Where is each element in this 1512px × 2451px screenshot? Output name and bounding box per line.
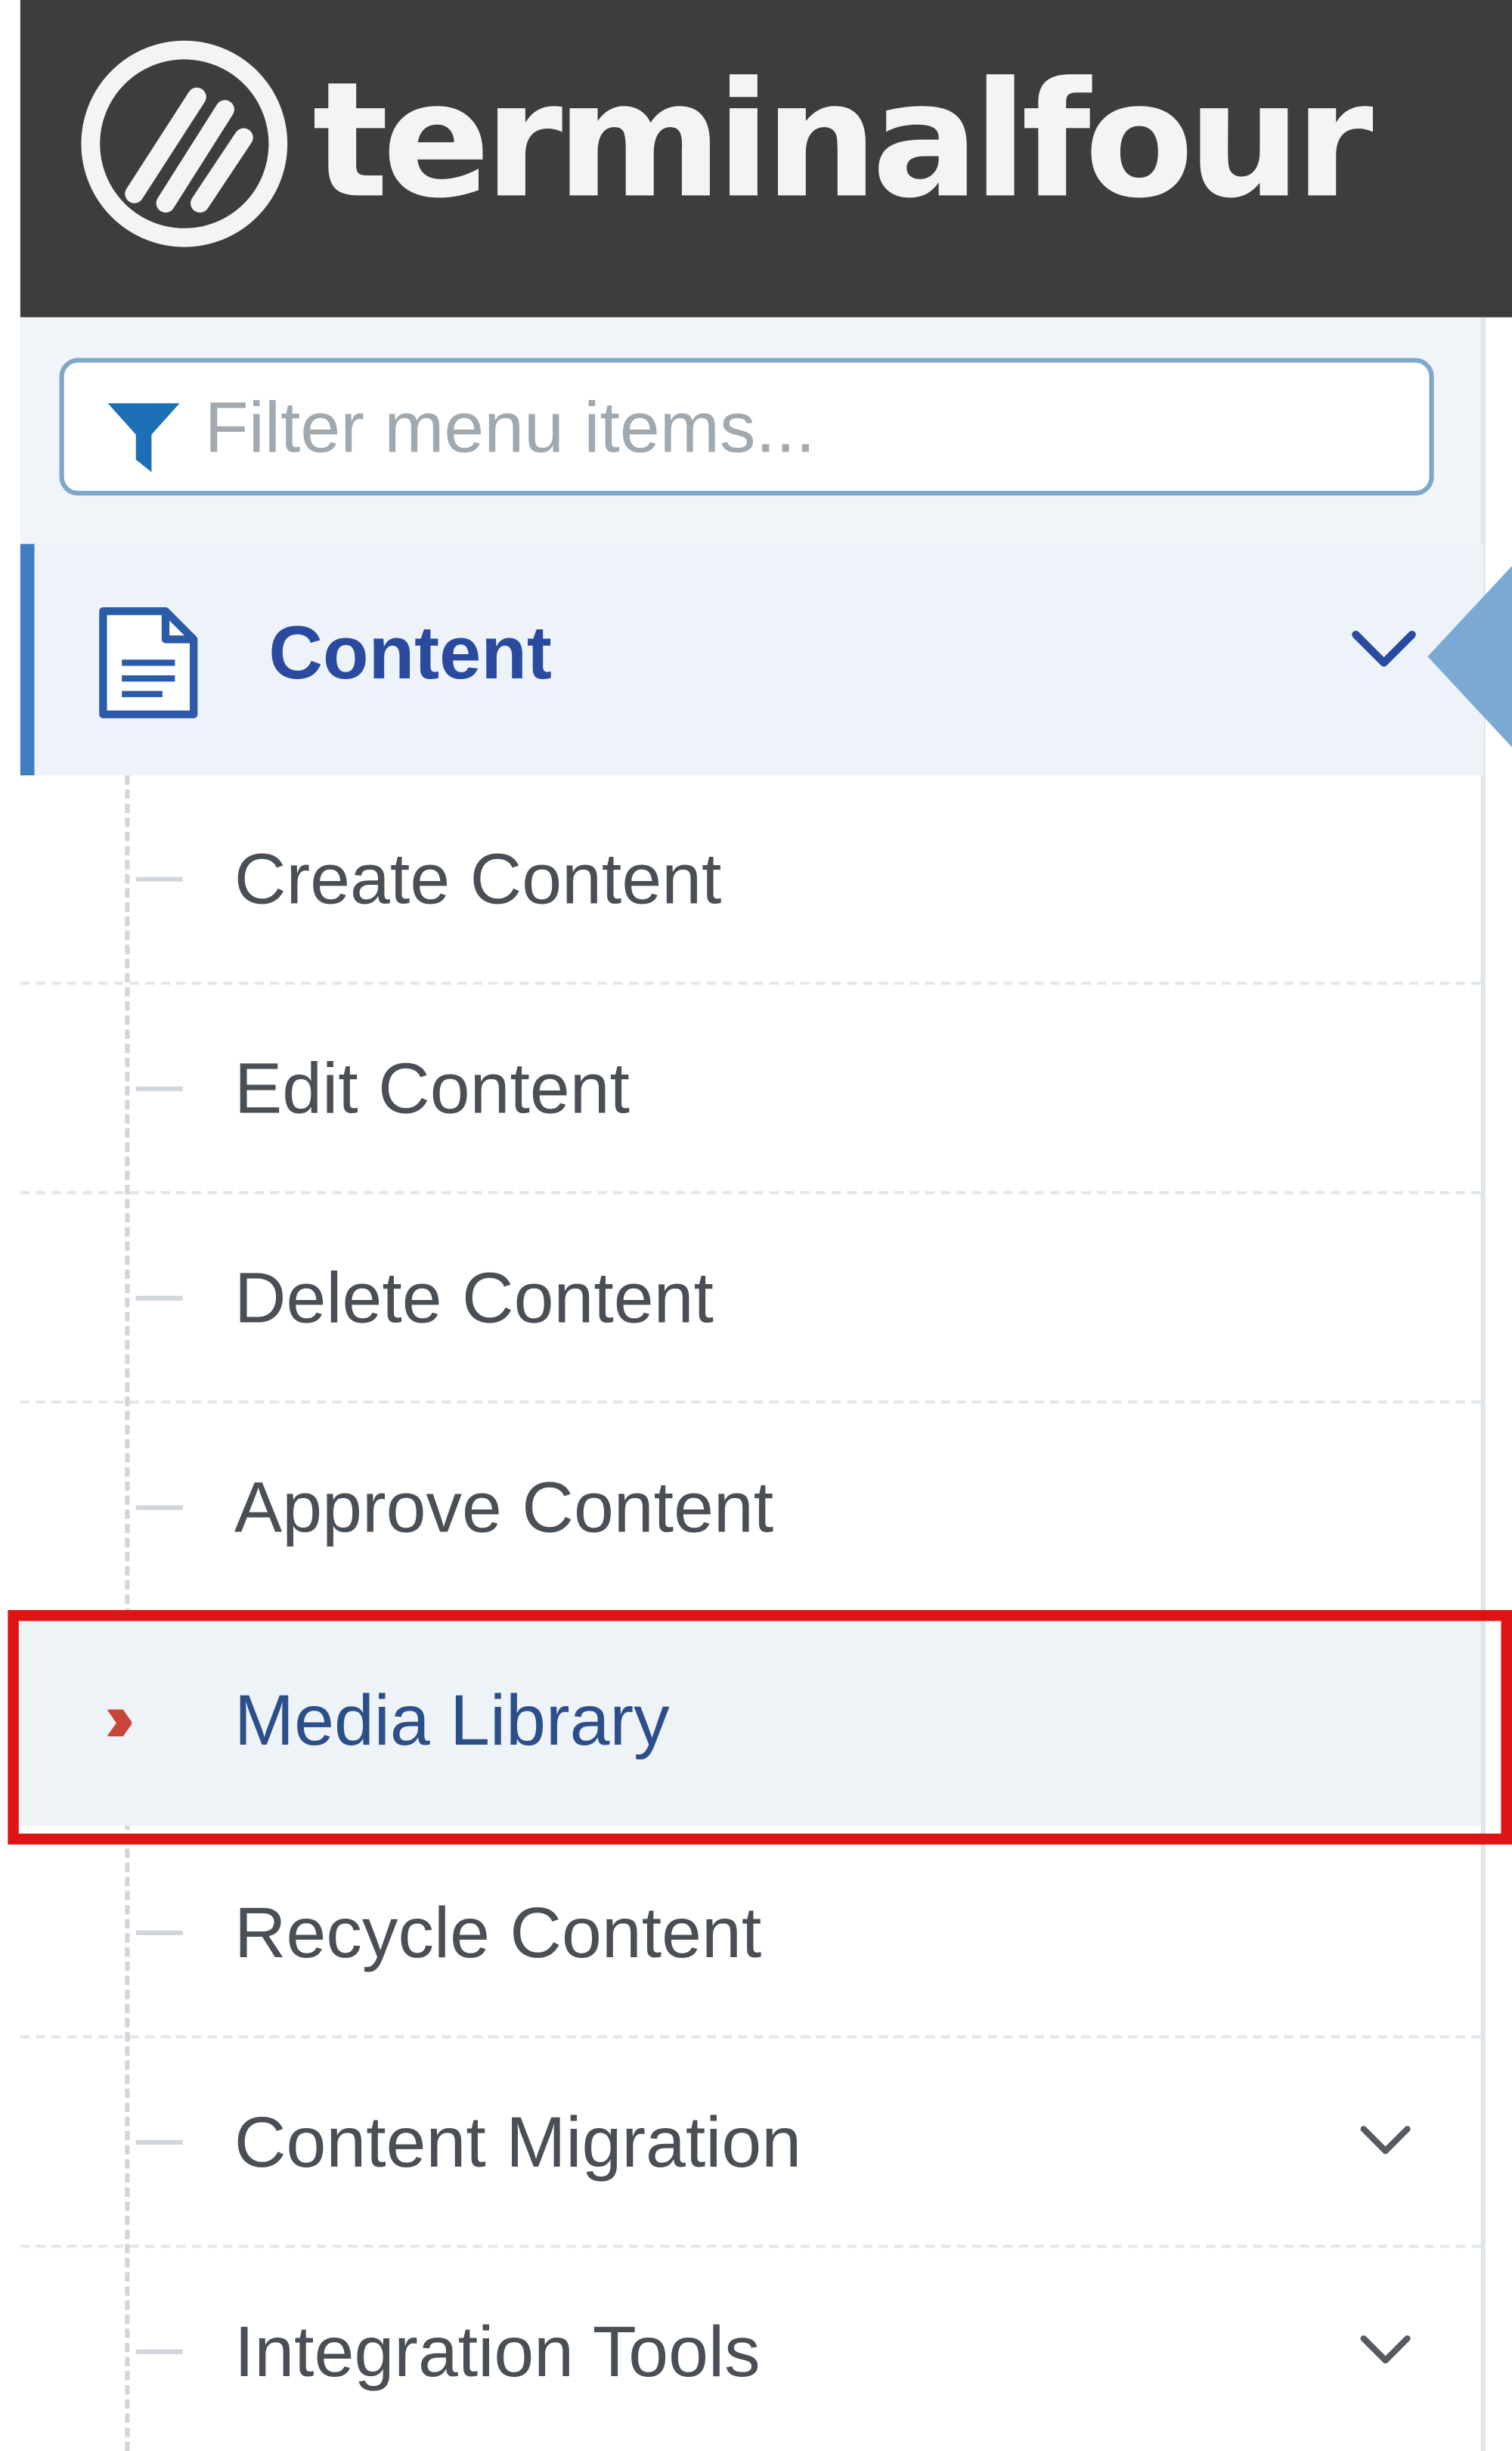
nav-item-label: Approve Content (234, 1466, 774, 1548)
nav-item-label: Delete Content (234, 1256, 714, 1339)
nav-item-create-content[interactable]: Create Content (20, 775, 1481, 985)
filter-funnel-icon (107, 403, 180, 473)
chevron-down-icon[interactable] (1357, 2329, 1413, 2373)
sidebar-screenshot: terminalfour Content Create Content Edit… (0, 0, 1512, 2451)
tree-branch-tick (135, 1295, 183, 1301)
nav-section-content-label: Content (268, 613, 552, 696)
chevron-down-icon[interactable] (1357, 2120, 1413, 2164)
tree-branch-tick (135, 2349, 183, 2354)
active-section-accent (20, 544, 35, 776)
document-icon (99, 607, 198, 718)
nav-section-content[interactable] (20, 544, 1484, 776)
filter-menu-input[interactable] (204, 371, 1408, 482)
nav-item-label: Create Content (234, 837, 722, 920)
tree-branch-tick (135, 2139, 183, 2145)
tree-branch-tick (135, 1505, 183, 1510)
nav-item-label: Integration Tools (234, 2310, 761, 2392)
chevron-down-icon[interactable] (1349, 625, 1418, 675)
tree-branch-tick (135, 1930, 183, 1935)
nav-item-delete-content[interactable]: Delete Content (20, 1194, 1481, 1404)
nav-item-label: Edit Content (234, 1047, 630, 1129)
selected-double-chevron-icon: ›› (104, 1680, 135, 1758)
brand-wordmark: terminalfour (312, 48, 1373, 235)
nav-item-recycle-content[interactable]: Recycle Content (20, 1829, 1481, 2039)
nav-item-approve-content[interactable]: Approve Content (20, 1404, 1481, 1613)
active-section-pointer (1427, 566, 1512, 748)
nav-item-content-migration[interactable]: Content Migration (20, 2038, 1481, 2248)
filter-box[interactable] (59, 358, 1434, 496)
nav-item-label: Content Migration (234, 2101, 802, 2183)
tree-branch-tick (135, 1086, 183, 1091)
nav-item-edit-content[interactable]: Edit Content (20, 985, 1481, 1195)
tree-branch-tick (135, 876, 183, 882)
nav-item-integration-tools[interactable]: Integration Tools (20, 2248, 1481, 2451)
nav-item-label: Media Library (234, 1678, 670, 1761)
nav-item-media-library[interactable]: ›› Media Library (20, 1616, 1481, 1826)
terminalfour-logo-icon (81, 40, 288, 247)
nav-item-label: Recycle Content (234, 1891, 762, 1973)
